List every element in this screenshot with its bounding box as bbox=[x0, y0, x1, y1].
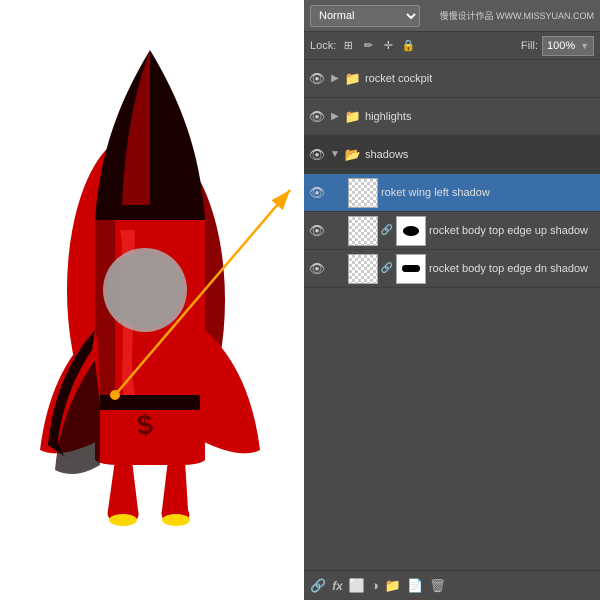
fill-input[interactable]: 100% ▼ bbox=[542, 36, 594, 56]
layer-name-body-up: rocket body top edge up shadow bbox=[429, 225, 596, 237]
lock-icon[interactable]: 🔒 bbox=[400, 38, 416, 54]
adjustment-icon[interactable]: ◑ bbox=[371, 578, 379, 593]
folder-icon-cockpit: 📁 bbox=[344, 70, 362, 88]
lock-fill-row: Lock: ⊞ ✏ ✛ 🔒 Fill: 100% ▼ bbox=[304, 32, 600, 60]
svg-text:$: $ bbox=[136, 409, 155, 441]
layer-item-wing-left-shadow[interactable]: 👁 roket wing left shadow bbox=[304, 174, 600, 212]
blend-mode-select[interactable]: Normal bbox=[310, 5, 420, 27]
checkerboard-icon[interactable]: ⊞ bbox=[340, 38, 356, 54]
layer-item-rocket-cockpit[interactable]: 👁 ▶ 📁 rocket cockpit bbox=[304, 60, 600, 98]
folder-icon-shadows: 📂 bbox=[344, 146, 362, 164]
layers-list[interactable]: 👁 ▶ 📁 rocket cockpit 👁 ▶ 📁 highlights 👁 … bbox=[304, 60, 600, 570]
new-layer-icon[interactable]: 📄 bbox=[407, 578, 423, 594]
layer-name-wing: roket wing left shadow bbox=[381, 187, 596, 199]
visibility-icon-body-dn[interactable]: 👁 bbox=[308, 260, 326, 278]
layer-item-body-top-up[interactable]: 👁 🔗 rocket body top edge up shadow bbox=[304, 212, 600, 250]
mask-oval bbox=[403, 226, 419, 236]
layer-thumb-body-up bbox=[348, 216, 378, 246]
fill-arrow[interactable]: ▼ bbox=[580, 41, 589, 51]
folder-icon-highlights: 📁 bbox=[344, 108, 362, 126]
folder-bottom-icon[interactable]: 📁 bbox=[385, 578, 401, 594]
layer-item-highlights[interactable]: 👁 ▶ 📁 highlights bbox=[304, 98, 600, 136]
layer-name-body-dn: rocket body top edge dn shadow bbox=[429, 263, 596, 275]
layer-mask-body-dn bbox=[396, 254, 426, 284]
visibility-icon-shadows[interactable]: 👁 bbox=[308, 146, 326, 164]
position-lock-icon[interactable]: ✛ bbox=[380, 38, 396, 54]
expand-arrow-highlights[interactable]: ▶ bbox=[329, 111, 341, 123]
expand-arrow-shadows[interactable]: ▼ bbox=[329, 149, 341, 161]
brush-lock-icon[interactable]: ✏ bbox=[360, 38, 376, 54]
trash-icon[interactable]: 🗑 bbox=[429, 578, 446, 594]
visibility-icon-cockpit[interactable]: 👁 bbox=[308, 70, 326, 88]
lock-label: Lock: bbox=[310, 40, 336, 52]
expand-arrow-cockpit[interactable]: ▶ bbox=[329, 73, 341, 85]
link-icon-body-dn: 🔗 bbox=[381, 263, 393, 275]
layer-name-shadows: shadows bbox=[365, 149, 596, 161]
rocket-image: $ bbox=[20, 20, 280, 580]
mask-rect bbox=[402, 265, 420, 272]
mask-bottom-icon[interactable]: ⬜ bbox=[349, 578, 365, 594]
fill-label: Fill: bbox=[521, 40, 538, 52]
layer-item-body-top-dn[interactable]: 👁 🔗 rocket body top edge dn shadow bbox=[304, 250, 600, 288]
layer-item-shadows[interactable]: 👁 ▼ 📂 shadows bbox=[304, 136, 600, 174]
visibility-icon-highlights[interactable]: 👁 bbox=[308, 108, 326, 126]
watermark-text: 慢慢设计作品 WWW.MISSYUAN.COM bbox=[426, 9, 594, 22]
layer-thumb-body-dn bbox=[348, 254, 378, 284]
link-bottom-icon[interactable]: 🔗 bbox=[310, 578, 326, 594]
link-icon-body-up: 🔗 bbox=[381, 225, 393, 237]
canvas-area: $ bbox=[0, 0, 304, 600]
panel-bottombar: 🔗 fx ⬜ ◑ 📁 📄 🗑 bbox=[304, 570, 600, 600]
fx-icon[interactable]: fx bbox=[332, 579, 343, 593]
layer-thumb-wing bbox=[348, 178, 378, 208]
layers-panel: Normal 慢慢设计作品 WWW.MISSYUAN.COM Lock: ⊞ ✏… bbox=[304, 0, 600, 600]
layer-name-cockpit: rocket cockpit bbox=[365, 73, 596, 85]
visibility-icon-body-up[interactable]: 👁 bbox=[308, 222, 326, 240]
visibility-icon-wing[interactable]: 👁 bbox=[308, 184, 326, 202]
panel-topbar: Normal 慢慢设计作品 WWW.MISSYUAN.COM bbox=[304, 0, 600, 32]
layer-mask-body-up bbox=[396, 216, 426, 246]
layer-name-highlights: highlights bbox=[365, 111, 596, 123]
